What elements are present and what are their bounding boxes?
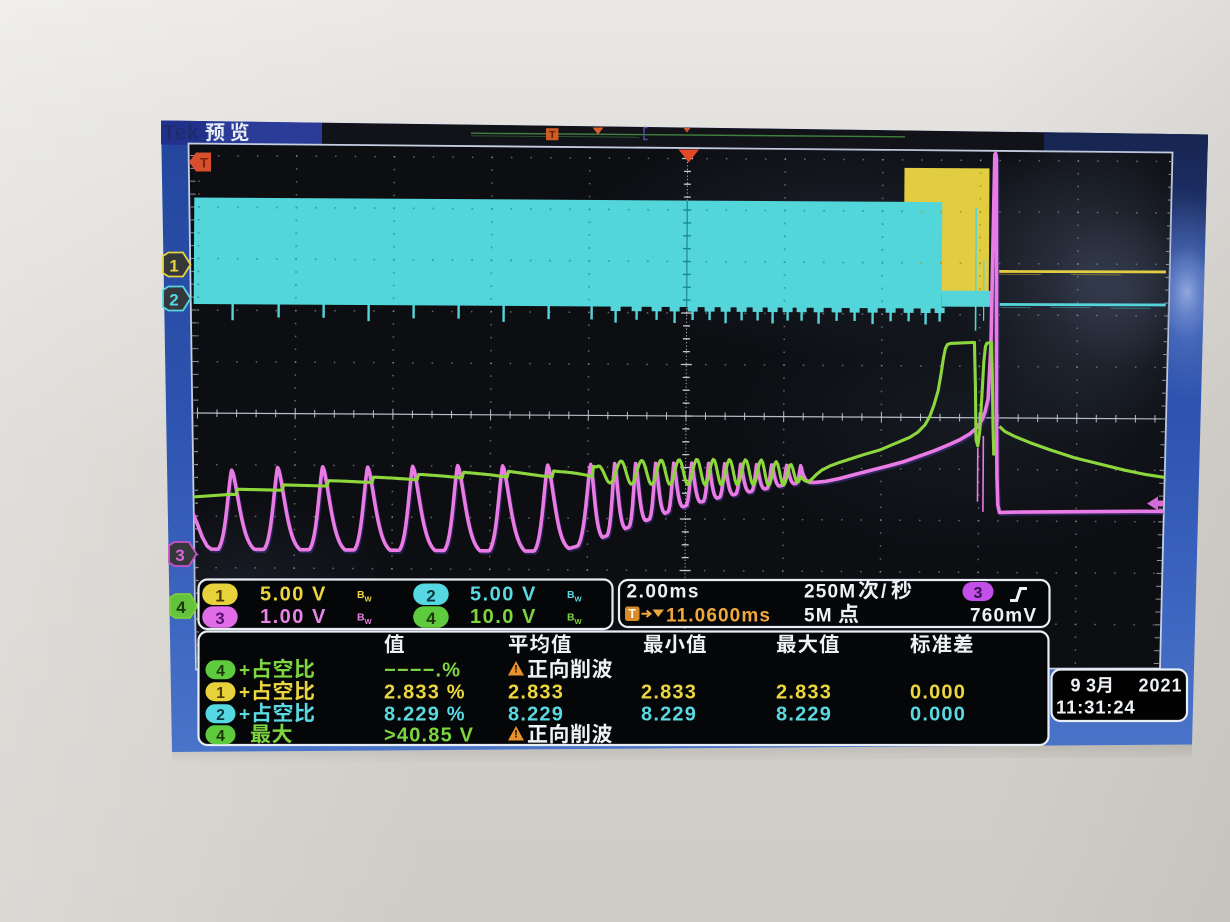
svg-text:8.229: 8.229 bbox=[776, 704, 832, 726]
svg-text:T: T bbox=[200, 155, 209, 171]
svg-text:5.00 V: 5.00 V bbox=[260, 584, 327, 606]
svg-text:+: + bbox=[239, 683, 250, 704]
svg-text:+: + bbox=[239, 705, 250, 726]
svg-text:1: 1 bbox=[169, 257, 178, 276]
svg-text:T: T bbox=[549, 129, 556, 141]
svg-text:+: + bbox=[239, 661, 250, 682]
svg-text:2.833 %: 2.833 % bbox=[384, 682, 466, 704]
svg-text:−−−−.%: −−−−.% bbox=[384, 660, 461, 682]
svg-text:2.833: 2.833 bbox=[641, 682, 697, 704]
svg-text:2.833: 2.833 bbox=[776, 682, 832, 704]
svg-text:!: ! bbox=[514, 729, 518, 741]
svg-text:!: ! bbox=[514, 664, 518, 676]
svg-text:8.229: 8.229 bbox=[508, 704, 564, 726]
svg-text:/: / bbox=[881, 582, 887, 603]
svg-text:3: 3 bbox=[974, 585, 983, 602]
svg-text:3: 3 bbox=[215, 609, 224, 628]
svg-text:3: 3 bbox=[1086, 676, 1096, 696]
svg-text:0.000: 0.000 bbox=[910, 704, 966, 726]
svg-text:11:31:24: 11:31:24 bbox=[1056, 697, 1135, 718]
svg-text:2: 2 bbox=[426, 587, 435, 606]
svg-text:W: W bbox=[575, 617, 583, 626]
svg-text:0.000: 0.000 bbox=[910, 682, 966, 704]
svg-text:W: W bbox=[365, 617, 373, 626]
svg-text:4: 4 bbox=[426, 609, 436, 628]
svg-text:8.229 %: 8.229 % bbox=[384, 704, 466, 726]
svg-text:2.00ms: 2.00ms bbox=[627, 582, 700, 603]
svg-text:4: 4 bbox=[176, 598, 186, 617]
svg-text:760mV: 760mV bbox=[970, 606, 1037, 627]
svg-text:9: 9 bbox=[1071, 676, 1081, 696]
svg-text:1: 1 bbox=[215, 587, 224, 606]
svg-text:1: 1 bbox=[216, 685, 225, 702]
svg-text:8.229: 8.229 bbox=[641, 704, 697, 726]
svg-text:11.0600ms: 11.0600ms bbox=[666, 606, 771, 627]
svg-text:4: 4 bbox=[216, 728, 225, 745]
svg-text:2: 2 bbox=[169, 291, 178, 310]
svg-text:5.00 V: 5.00 V bbox=[470, 584, 537, 606]
svg-text:1.00 V: 1.00 V bbox=[260, 606, 327, 628]
svg-text:Tek: Tek bbox=[163, 122, 199, 145]
svg-text:4: 4 bbox=[216, 663, 225, 680]
svg-text:5M: 5M bbox=[804, 606, 833, 627]
svg-text:W: W bbox=[575, 595, 583, 604]
svg-text:2021: 2021 bbox=[1139, 676, 1183, 696]
svg-text:2: 2 bbox=[216, 707, 225, 724]
svg-text:>40.85 V: >40.85 V bbox=[384, 725, 474, 747]
svg-text:3: 3 bbox=[175, 546, 184, 565]
svg-text:2.833: 2.833 bbox=[508, 682, 564, 704]
svg-text:250M: 250M bbox=[804, 582, 856, 603]
svg-text:10.0 V: 10.0 V bbox=[470, 606, 537, 628]
svg-text:W: W bbox=[365, 595, 373, 604]
svg-text:T: T bbox=[628, 607, 636, 621]
